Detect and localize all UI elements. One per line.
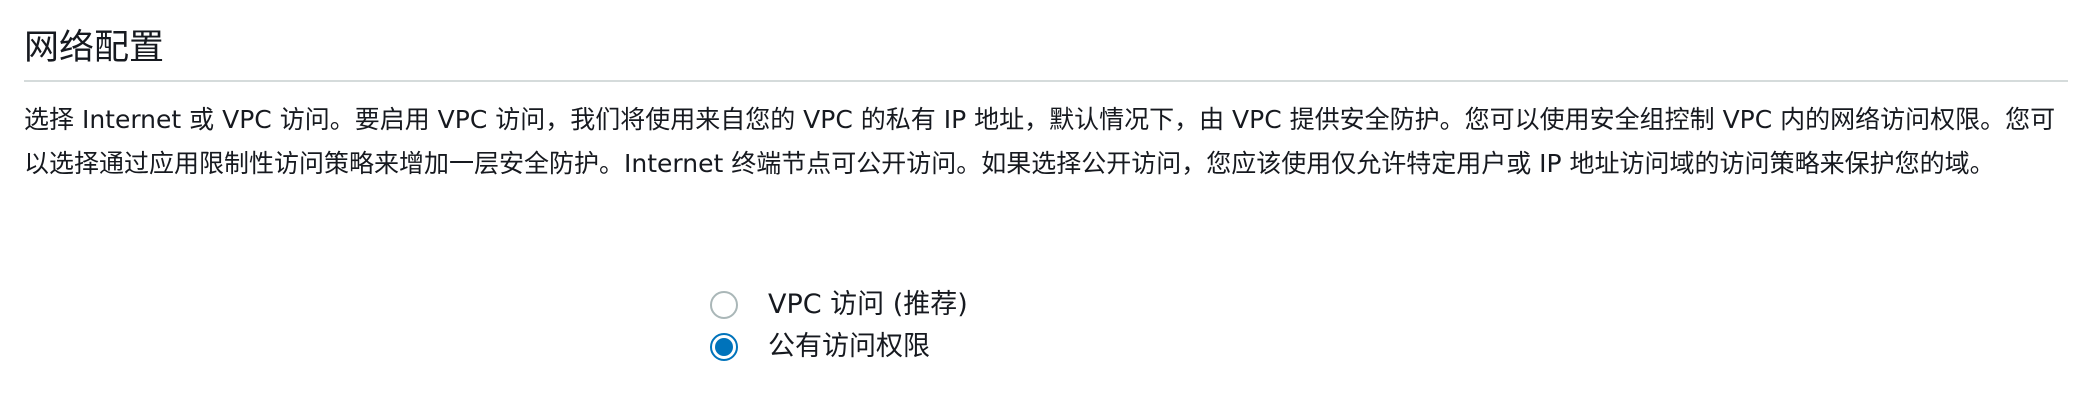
section-title: 网络配置 [24,22,2068,82]
vpc-access-label[interactable]: VPC 访问 (推荐) [768,284,968,326]
section-description: 选择 Internet 或 VPC 访问。要启用 VPC 访问，我们将使用来自您… [24,105,2056,178]
vpc-access-radio[interactable] [710,291,738,319]
vpc-access-option[interactable]: VPC 访问 (推荐) [710,284,968,326]
public-access-label[interactable]: 公有访问权限 [768,326,930,368]
network-config-section: 网络配置 选择 Internet 或 VPC 访问。要启用 VPC 访问，我们将… [24,22,2068,186]
network-access-radio-group: VPC 访问 (推荐) 公有访问权限 [710,284,968,368]
radio-selected-dot [715,338,733,356]
public-access-radio[interactable] [710,333,738,361]
public-access-option[interactable]: 公有访问权限 [710,326,968,368]
